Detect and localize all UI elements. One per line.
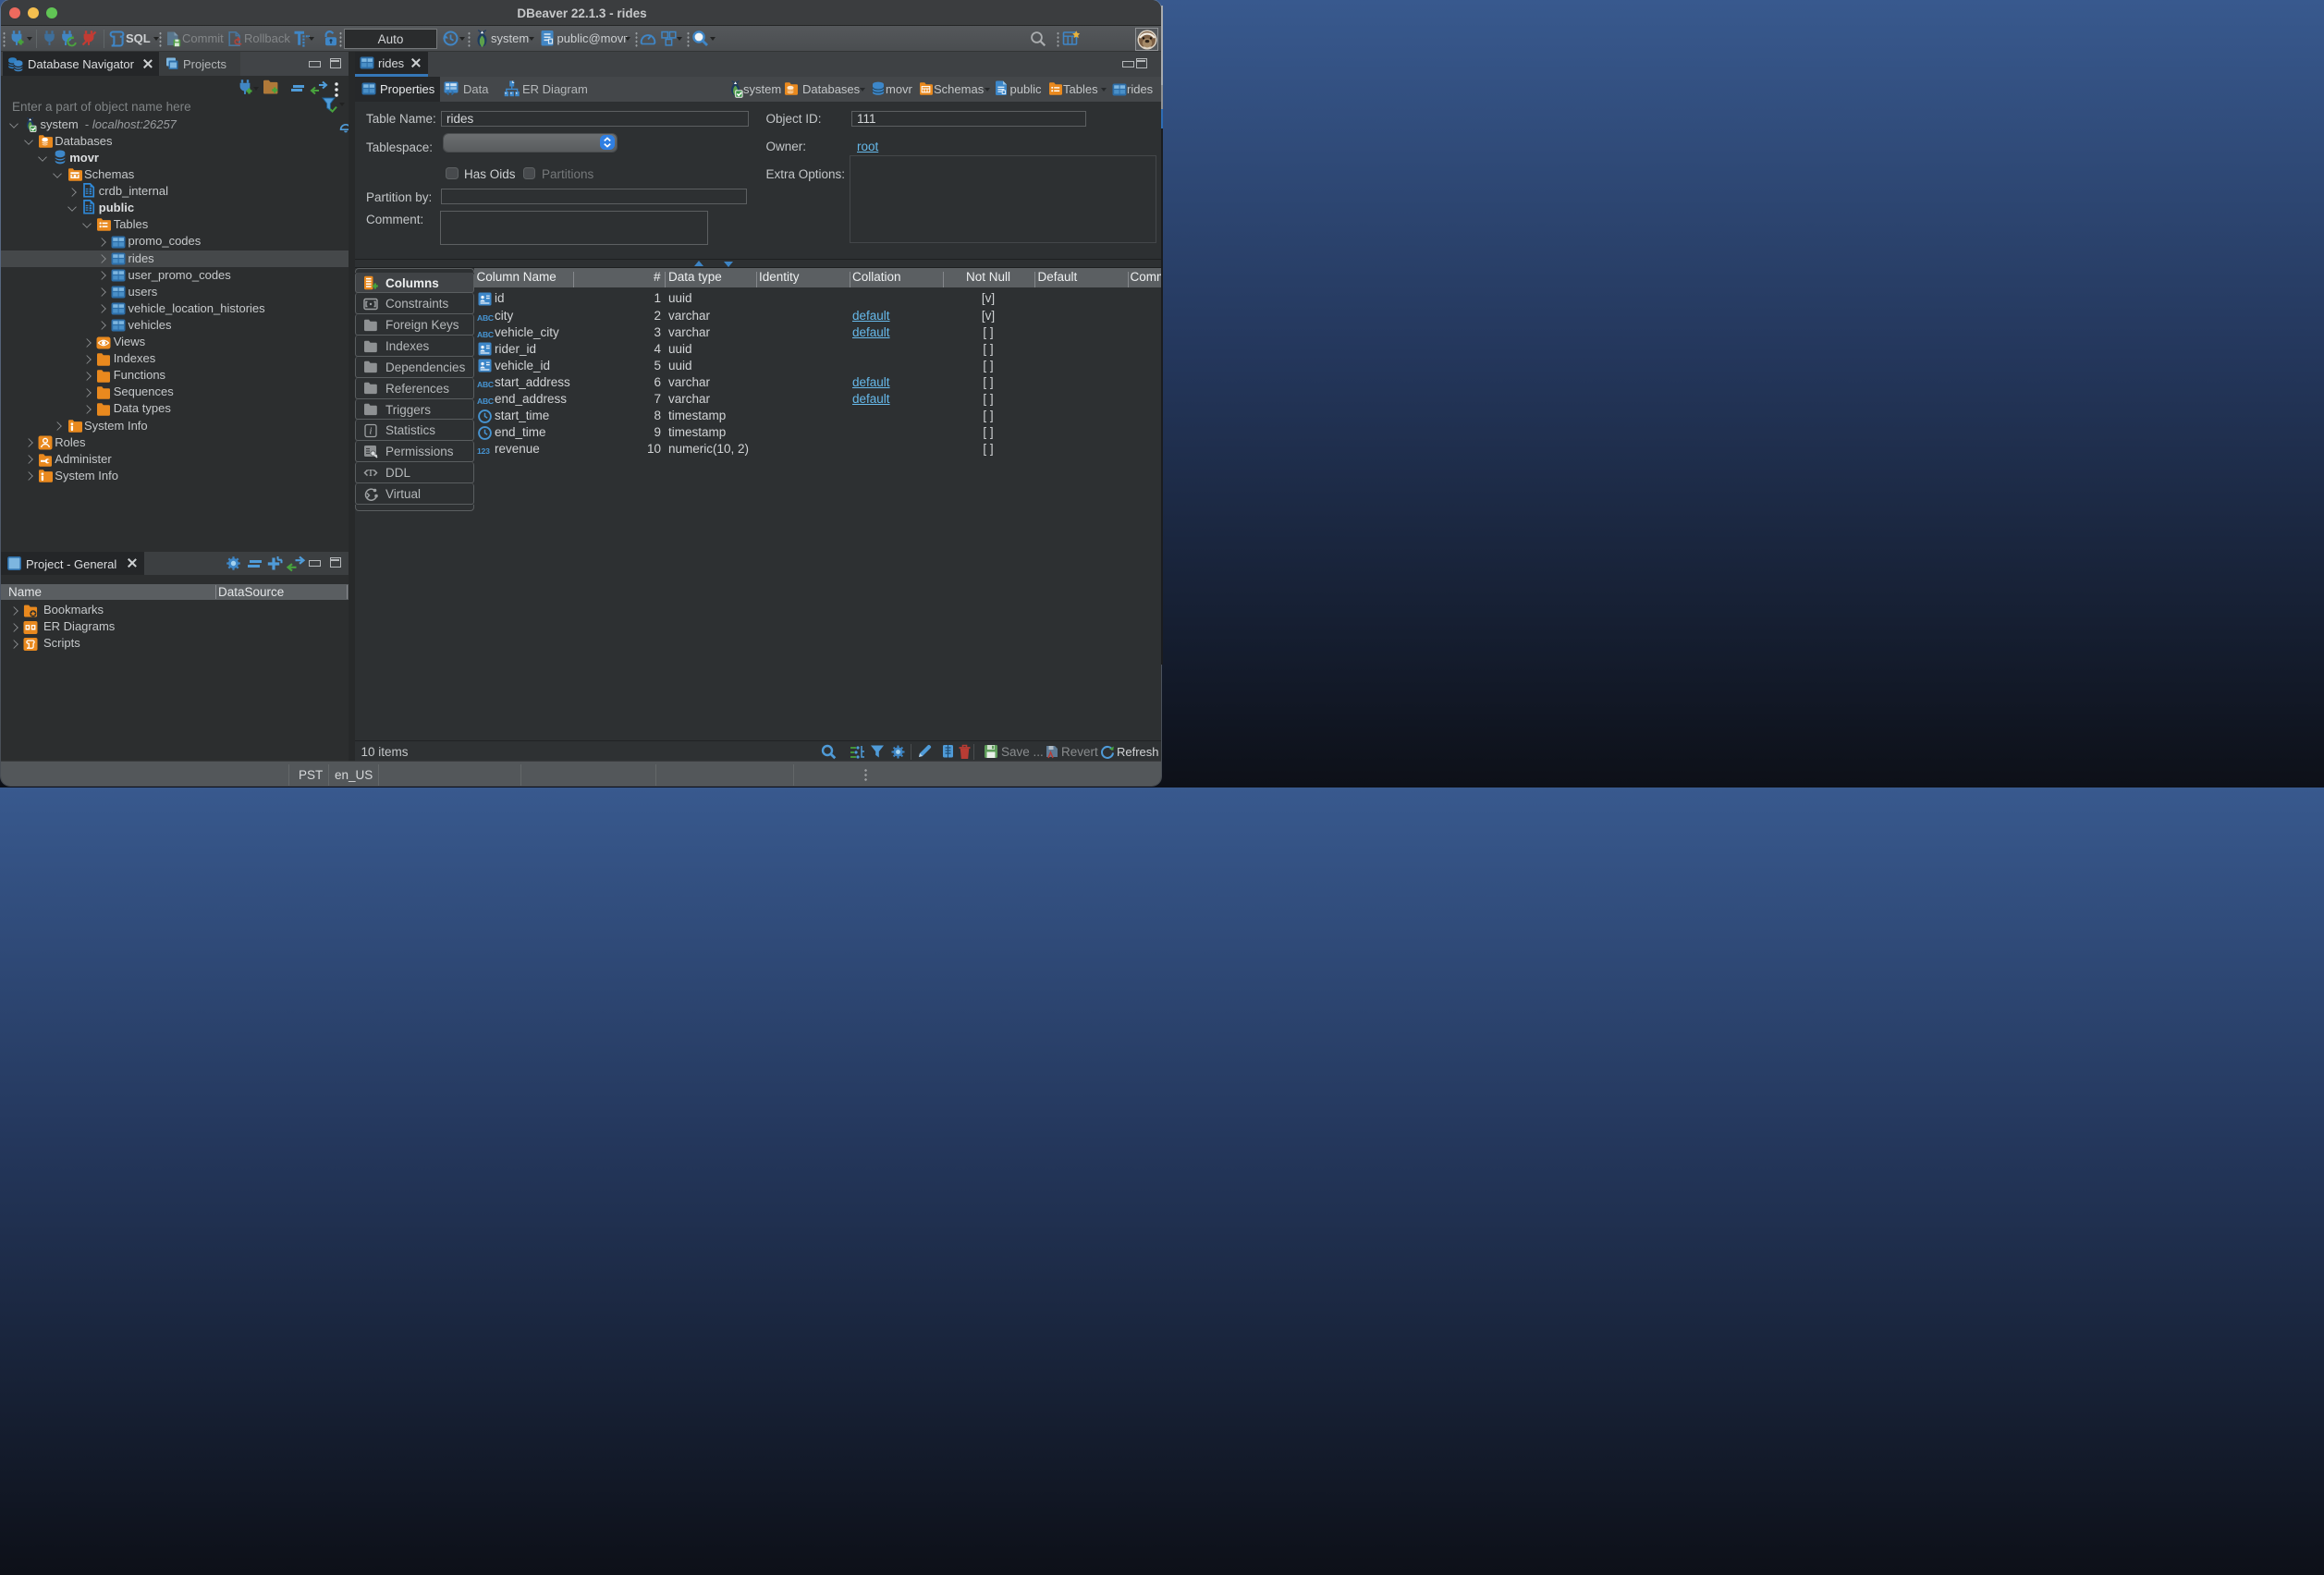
svg-text:ABC: ABC xyxy=(477,313,494,323)
svg-text:123: 123 xyxy=(477,446,490,456)
svg-text:T: T xyxy=(368,468,374,479)
svg-text:ABC: ABC xyxy=(477,380,494,389)
svg-text:ABC: ABC xyxy=(477,330,494,339)
svg-text:ABC: ABC xyxy=(477,397,494,406)
